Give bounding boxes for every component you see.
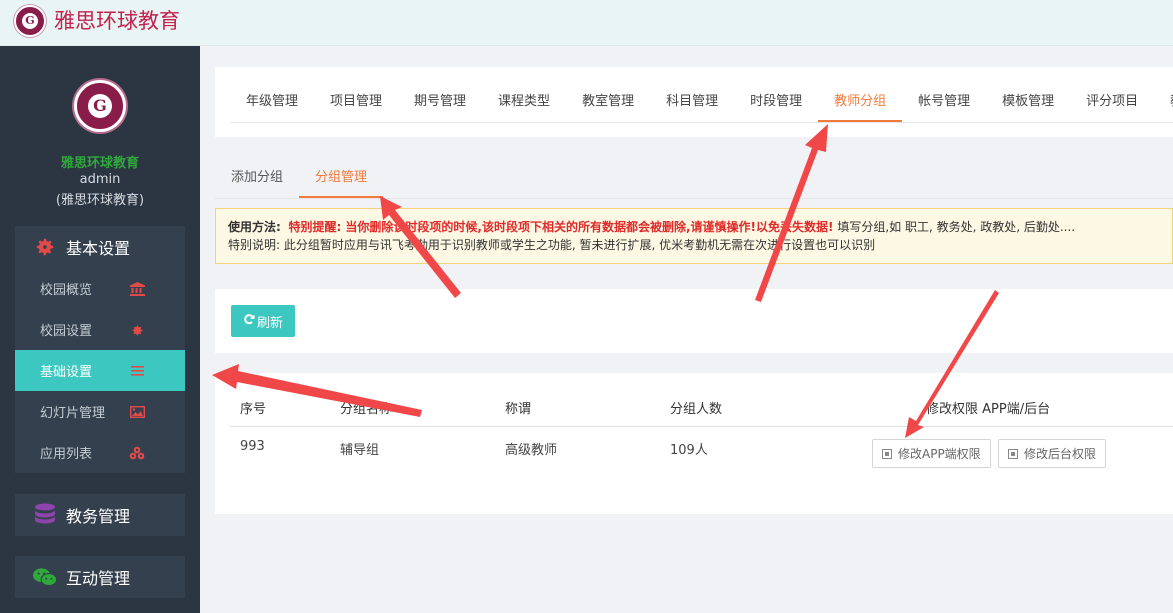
edit-admin-permission-button[interactable]: 修改后台权限 — [998, 439, 1107, 468]
cell-id: 993 — [240, 439, 265, 454]
menu-head-academic[interactable]: 教务管理 — [15, 494, 185, 536]
tab-add-group[interactable]: 添加分组 — [215, 159, 299, 198]
tab-account[interactable]: 帐号管理 — [902, 83, 986, 122]
col-header-name: 分组名称 — [340, 402, 393, 417]
gear-icon — [33, 235, 57, 259]
cog-icon — [129, 322, 145, 338]
tab-project[interactable]: 项目管理 — [314, 83, 398, 122]
cell-name: 辅导组 — [340, 443, 380, 458]
sidebar-item-campus-overview[interactable]: 校园概览 — [15, 268, 185, 309]
brand-logo: G — [14, 5, 46, 37]
sidebar-item-slides[interactable]: 幻灯片管理 — [15, 391, 185, 432]
bank-icon — [129, 281, 145, 297]
edit-app-permission-button[interactable]: 修改APP端权限 — [872, 439, 991, 468]
qrcode-icon — [882, 448, 892, 459]
sidebar-item-label: 幻灯片管理 — [40, 406, 106, 421]
usage-notice: 使用方法: 特别提醒: 当你删除该时段项的时候,该时段项下相关的所有数据都会被删… — [215, 208, 1173, 264]
tab-course-type[interactable]: 课程类型 — [482, 83, 566, 122]
group-table: 序号 分组名称 称谓 分组人数 修改权限 APP端/后台 993 辅导组 高级教… — [215, 373, 1173, 514]
tab-teacher-group[interactable]: 教师分组 — [818, 83, 903, 122]
col-header-title: 称谓 — [505, 402, 532, 417]
sidebar-item-label: 应用列表 — [40, 447, 93, 462]
menu-head-label: 教务管理 — [66, 507, 131, 526]
sidebar-item-campus-settings[interactable]: 校园设置 — [15, 309, 185, 350]
sidebar-item-label: 校园设置 — [40, 324, 93, 339]
sidebar: G 雅思环球教育 admin (雅思环球教育) 基本设置 校园概览 校园设置 基… — [0, 46, 200, 613]
org-name: 雅思环球教育 — [60, 156, 139, 171]
header-divider — [230, 426, 1173, 427]
menu-head-label: 互动管理 — [66, 569, 131, 588]
app-title: 雅思环球教育 — [54, 9, 180, 33]
image-icon — [129, 404, 145, 420]
menu-head-basic-settings[interactable]: 基本设置 — [15, 226, 185, 268]
tab-classroom[interactable]: 教室管理 — [566, 83, 650, 122]
user-org: (雅思环球教育) — [55, 193, 145, 208]
cubes-icon — [129, 445, 145, 461]
toolbar-card: 刷新 — [215, 289, 1173, 353]
tab-grade[interactable]: 年级管理 — [230, 83, 314, 122]
refresh-icon — [243, 313, 255, 329]
main-tabs-card: 年级管理 项目管理 期号管理 课程类型 教室管理 科目管理 时段管理 教师分组 … — [215, 67, 1173, 137]
database-icon — [33, 503, 57, 527]
org-logo: G — [74, 80, 126, 132]
sidebar-item-app-list[interactable]: 应用列表 — [15, 432, 185, 473]
menu-head-label: 基本设置 — [66, 239, 131, 258]
menu-group-interaction[interactable]: 互动管理 — [15, 556, 185, 598]
tab-template[interactable]: 模板管理 — [986, 83, 1070, 122]
cell-count: 109人 — [670, 443, 708, 458]
qrcode-icon — [1008, 448, 1018, 459]
list-icon — [129, 363, 145, 379]
tab-term[interactable]: 期号管理 — [398, 83, 482, 122]
menu-group-academic[interactable]: 教务管理 — [15, 494, 185, 536]
sidebar-item-basic-settings[interactable]: 基础设置 — [15, 350, 185, 391]
tab-timeslot[interactable]: 时段管理 — [734, 83, 818, 122]
refresh-button[interactable]: 刷新 — [231, 305, 295, 337]
sidebar-item-label: 校园概览 — [40, 283, 93, 298]
usage-label: 使用方法: — [228, 220, 281, 234]
usage-text: 填写分组,如 职工, 教务处, 政教处, 后勤处.... — [837, 220, 1076, 234]
button-label: 修改APP端权限 — [898, 447, 981, 461]
col-header-permissions: 修改权限 APP端/后台 — [926, 402, 1051, 417]
special-note: 特别说明: 此分组暂时应用与讯飞考勤用于识别教师或学生之功能, 暂未进行扩展, … — [228, 238, 876, 252]
col-header-count: 分组人数 — [670, 402, 723, 417]
main-tabs: 年级管理 项目管理 期号管理 课程类型 教室管理 科目管理 时段管理 教师分组 … — [230, 83, 1173, 123]
refresh-label: 刷新 — [256, 315, 283, 331]
tab-score-item[interactable]: 评分项目 — [1070, 83, 1154, 122]
cell-title: 高级教师 — [505, 443, 558, 458]
sidebar-item-label: 基础设置 — [40, 365, 93, 380]
tab-subject[interactable]: 科目管理 — [650, 83, 734, 122]
tab-teacher[interactable]: 教师 — [1154, 83, 1173, 122]
wechat-icon — [33, 565, 57, 589]
sub-tabs: 添加分组 分组管理 — [215, 159, 1173, 199]
button-label: 修改后台权限 — [1024, 447, 1097, 461]
menu-group-basic-settings: 基本设置 校园概览 校园设置 基础设置 幻灯片管理 应用列表 — [15, 226, 185, 473]
col-header-id: 序号 — [240, 402, 267, 417]
warning-text: 特别提醒: 当你删除该时段项的时候,该时段项下相关的所有数据都会被删除,请谨慎操… — [288, 220, 834, 234]
user-name: admin — [79, 172, 121, 187]
tab-group-manage[interactable]: 分组管理 — [299, 159, 384, 198]
menu-head-interaction[interactable]: 互动管理 — [15, 556, 185, 598]
top-bar: G 雅思环球教育 — [0, 0, 1173, 46]
